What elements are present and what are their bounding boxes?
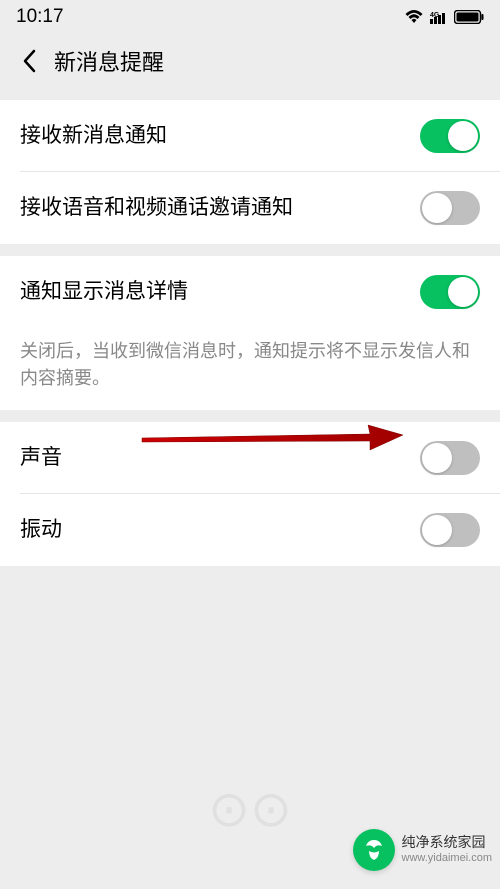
setting-row-voice-video-notify[interactable]: 接收语音和视频通话邀请通知 (0, 172, 500, 244)
setting-label: 接收新消息通知 (20, 122, 167, 149)
faint-watermark: ⊙⊙ (208, 780, 292, 838)
watermark-logo-icon (353, 829, 395, 871)
watermark: 纯净系统家园 www.yidaimei.com (353, 829, 492, 871)
signal-icon: 4G (430, 10, 448, 24)
setting-row-vibrate[interactable]: 振动 (0, 494, 500, 566)
toggle-voice-video-notify[interactable] (420, 191, 480, 225)
page-title: 新消息提醒 (54, 45, 164, 77)
toggle-new-msg-notify[interactable] (420, 119, 480, 153)
back-button[interactable] (14, 46, 44, 76)
setting-label: 通知显示消息详情 (20, 278, 188, 305)
section-divider (0, 410, 500, 422)
watermark-text: 纯净系统家园 www.yidaimei.com (402, 834, 492, 865)
battery-icon (454, 10, 484, 24)
status-time: 10:17 (16, 6, 64, 28)
section-divider (0, 88, 500, 100)
chevron-left-icon (22, 49, 36, 73)
setting-label: 接收语音和视频通话邀请通知 (20, 194, 293, 221)
status-icons: 4G (404, 9, 484, 25)
setting-row-new-msg-notify[interactable]: 接收新消息通知 (0, 100, 500, 172)
setting-label: 振动 (20, 516, 62, 543)
setting-description: 关闭后，当收到微信消息时，通知提示将不显示发信人和内容摘要。 (0, 328, 500, 410)
wifi-icon (404, 9, 424, 25)
status-bar: 10:17 4G (0, 0, 500, 34)
toggle-vibrate[interactable] (420, 513, 480, 547)
section-divider (0, 244, 500, 256)
watermark-url: www.yidaimei.com (402, 852, 492, 866)
toggle-show-details[interactable] (420, 275, 480, 309)
watermark-brand: 纯净系统家园 (402, 834, 492, 852)
toggle-sound[interactable] (420, 441, 480, 475)
setting-row-sound[interactable]: 声音 (0, 422, 500, 494)
page-header: 新消息提醒 (0, 34, 500, 88)
setting-row-show-details[interactable]: 通知显示消息详情 (0, 256, 500, 328)
setting-label: 声音 (20, 444, 62, 471)
